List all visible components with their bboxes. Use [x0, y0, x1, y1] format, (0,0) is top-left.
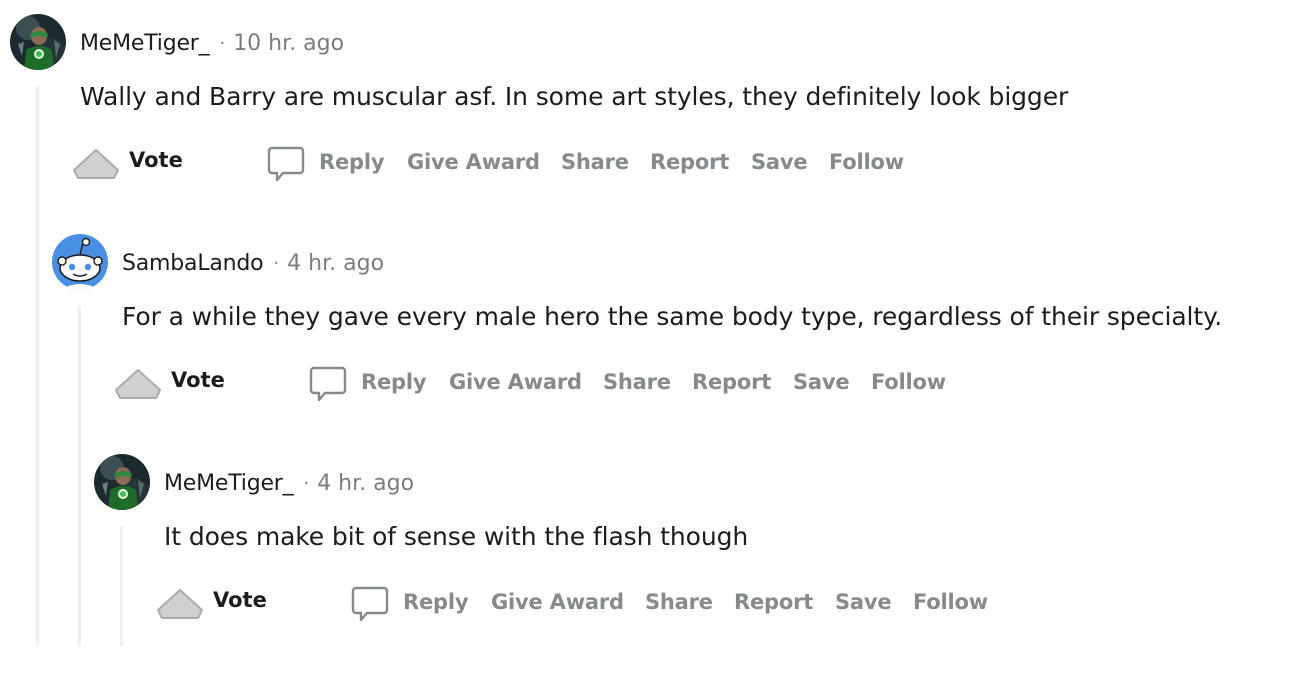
reply-button[interactable]: Reply [361, 370, 427, 394]
comment-body: For a while they gave every male hero th… [122, 302, 1223, 331]
share-button[interactable]: Share [645, 590, 713, 614]
save-button[interactable]: Save [793, 370, 850, 394]
separator-dot: · [273, 252, 280, 274]
green-lantern-avatar-icon [10, 14, 66, 70]
timestamp[interactable]: 10 hr. ago [233, 31, 344, 56]
report-button[interactable]: Report [734, 590, 813, 614]
comment-body: Wally and Barry are muscular asf. In som… [80, 82, 1069, 111]
give-award-button[interactable]: Give Award [449, 370, 582, 394]
avatar[interactable] [94, 454, 150, 510]
save-button[interactable]: Save [835, 590, 892, 614]
thread-rail-level-3[interactable] [120, 526, 123, 646]
vote-label[interactable]: Vote [171, 368, 225, 392]
avatar[interactable] [10, 14, 66, 70]
separator-dot: · [303, 472, 310, 494]
username[interactable]: SambaLando [122, 251, 264, 276]
username[interactable]: MeMeTiger_ [80, 31, 210, 56]
green-lantern-avatar-icon [94, 454, 150, 510]
reply-icon[interactable] [350, 584, 390, 624]
upvote-icon[interactable] [114, 366, 162, 402]
snoo-avatar-icon [52, 234, 108, 290]
save-button[interactable]: Save [751, 150, 808, 174]
share-button[interactable]: Share [561, 150, 629, 174]
give-award-button[interactable]: Give Award [407, 150, 540, 174]
upvote-icon[interactable] [72, 146, 120, 182]
comment-thread: MeMeTiger_ · 10 hr. ago Wally and Barry … [0, 0, 1316, 680]
username[interactable]: MeMeTiger_ [164, 471, 294, 496]
vote-label[interactable]: Vote [129, 148, 183, 172]
reply-button[interactable]: Reply [403, 590, 469, 614]
report-button[interactable]: Report [650, 150, 729, 174]
comment-actions: Vote Reply Give Award Share Report Save … [114, 364, 1014, 404]
reply-icon[interactable] [308, 364, 348, 404]
timestamp[interactable]: 4 hr. ago [317, 471, 414, 496]
upvote-icon[interactable] [156, 586, 204, 622]
comment-body: It does make bit of sense with the flash… [164, 522, 749, 551]
avatar[interactable] [52, 234, 108, 290]
thread-rail-level-2[interactable] [78, 306, 81, 646]
reply-icon[interactable] [266, 144, 306, 184]
reply-button[interactable]: Reply [319, 150, 385, 174]
thread-rail-level-1[interactable] [36, 86, 39, 646]
vote-label[interactable]: Vote [213, 588, 267, 612]
report-button[interactable]: Report [692, 370, 771, 394]
timestamp[interactable]: 4 hr. ago [287, 251, 384, 276]
follow-button[interactable]: Follow [829, 150, 904, 174]
comment-header: SambaLando · 4 hr. ago [122, 248, 384, 278]
comment-actions: Vote Reply Give Award Share Report Save … [156, 584, 1056, 624]
separator-dot: · [219, 32, 226, 54]
follow-button[interactable]: Follow [913, 590, 988, 614]
follow-button[interactable]: Follow [871, 370, 946, 394]
comment-header: MeMeTiger_ · 4 hr. ago [164, 468, 414, 498]
comment-actions: Vote Reply Give Award Share Report Save … [72, 144, 972, 184]
share-button[interactable]: Share [603, 370, 671, 394]
give-award-button[interactable]: Give Award [491, 590, 624, 614]
comment-header: MeMeTiger_ · 10 hr. ago [80, 28, 344, 58]
